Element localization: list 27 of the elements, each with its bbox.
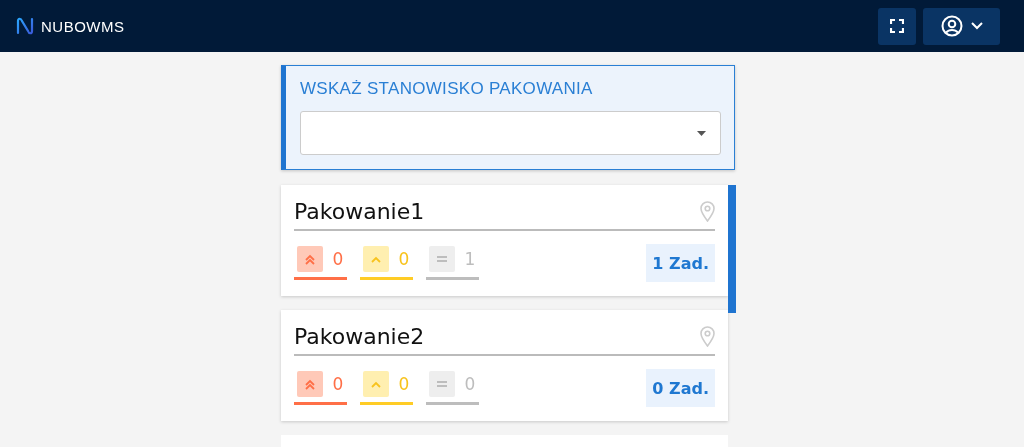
logo-icon bbox=[15, 16, 35, 36]
user-icon bbox=[940, 15, 963, 37]
logo-text: NUBOWMS bbox=[41, 17, 125, 35]
count: 0 bbox=[397, 249, 411, 269]
dropdown-caret-icon bbox=[697, 130, 706, 136]
count: 0 bbox=[397, 374, 411, 394]
double-chevron-up-icon bbox=[303, 252, 317, 266]
task-count-badge: 1 Zad. bbox=[646, 244, 715, 282]
count: 1 bbox=[463, 249, 477, 269]
station-card[interactable]: Pakowanie1 0 0 1 1 Zad. bbox=[281, 185, 728, 296]
station-name: Pakowanie1 bbox=[294, 199, 425, 224]
location-pin-icon[interactable] bbox=[700, 201, 715, 222]
count: 0 bbox=[331, 249, 345, 269]
location-pin-icon[interactable] bbox=[700, 326, 715, 347]
double-chevron-up-icon bbox=[303, 377, 317, 391]
station-card[interactable]: Pakowanie2 0 0 0 0 Zad. bbox=[281, 310, 728, 421]
task-count-badge: 0 Zad. bbox=[646, 369, 715, 407]
fullscreen-button[interactable] bbox=[878, 7, 916, 45]
count: 0 bbox=[331, 374, 345, 394]
user-menu-button[interactable] bbox=[923, 7, 1000, 45]
panel-title: WSKAŻ STANOWISKO PAKOWANIA bbox=[300, 79, 594, 99]
station-name: Pakowanie2 bbox=[294, 324, 425, 349]
fullscreen-icon bbox=[890, 19, 904, 33]
station-dropdown[interactable] bbox=[300, 111, 721, 155]
chevron-down-icon bbox=[970, 22, 983, 30]
count: 0 bbox=[463, 374, 477, 394]
scrollbar-thumb[interactable] bbox=[728, 185, 736, 313]
